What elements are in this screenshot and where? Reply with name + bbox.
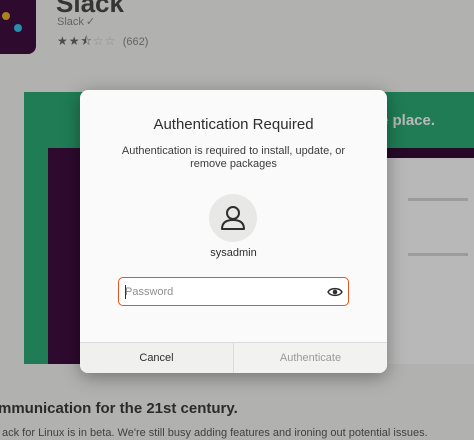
- username: sysadmin: [210, 247, 257, 259]
- dialog-message: Authentication is required to install, u…: [121, 145, 346, 170]
- dialog-button-row: Cancel Authenticate: [80, 342, 387, 373]
- authentication-dialog: Authentication Required Authentication i…: [80, 90, 387, 373]
- authenticate-button[interactable]: Authenticate: [234, 343, 387, 373]
- user-icon: [221, 206, 245, 230]
- dialog-title: Authentication Required: [153, 116, 314, 133]
- password-input[interactable]: [125, 283, 315, 300]
- password-field[interactable]: [118, 277, 349, 306]
- cancel-button[interactable]: Cancel: [80, 343, 233, 373]
- avatar: [209, 194, 257, 242]
- eye-icon[interactable]: [327, 285, 343, 299]
